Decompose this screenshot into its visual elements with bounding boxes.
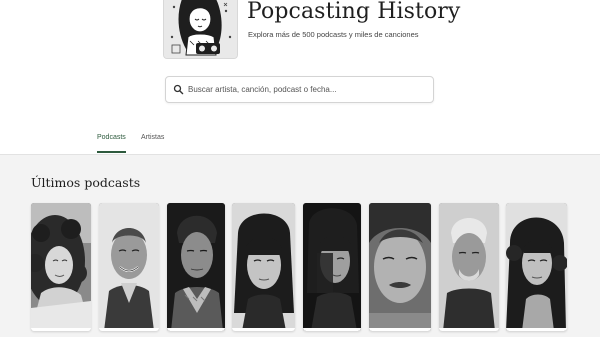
- tab-podcasts[interactable]: Podcasts: [97, 132, 126, 153]
- man-mustache-closeup-photo: [369, 203, 431, 331]
- podcast-card[interactable]: [506, 203, 567, 331]
- page: Popcasting History Explora más de 500 po…: [0, 0, 600, 337]
- search-input[interactable]: [188, 80, 426, 98]
- section-title: Últimos podcasts: [31, 175, 141, 190]
- woman-curly-hair-photo: [31, 203, 91, 331]
- man-portrait-dark-photo: [167, 203, 225, 331]
- card-caption-strip: [303, 328, 361, 331]
- site-title: Popcasting History: [247, 0, 461, 24]
- card-caption-strip: [31, 328, 91, 331]
- search-icon: [173, 84, 184, 95]
- site-subtitle: Explora más de 500 podcasts y miles de c…: [248, 30, 419, 39]
- card-caption-strip: [369, 328, 431, 331]
- illustrated-listener-logo-icon: [164, 0, 237, 58]
- woman-shadowed-face-photo: [303, 203, 361, 331]
- main-content: Últimos podcasts: [0, 155, 600, 337]
- card-caption-strip: [506, 328, 567, 331]
- card-caption-strip: [99, 328, 159, 331]
- podcast-card[interactable]: [303, 203, 361, 331]
- card-caption-strip: [232, 328, 295, 331]
- tab-artistas[interactable]: Artistas: [141, 132, 164, 153]
- older-man-white-hair-photo: [439, 203, 499, 331]
- smiling-man-photo: [99, 203, 159, 331]
- podcast-card[interactable]: [439, 203, 499, 331]
- woman-long-curly-hair-photo: [506, 203, 567, 331]
- card-caption-strip: [167, 328, 225, 331]
- site-logo[interactable]: [163, 0, 238, 59]
- podcast-card[interactable]: [369, 203, 431, 331]
- young-woman-bangs-photo: [232, 203, 295, 331]
- search-box[interactable]: [165, 76, 434, 103]
- podcast-card[interactable]: [167, 203, 225, 331]
- site-header: Popcasting History Explora más de 500 po…: [0, 0, 600, 155]
- card-caption-strip: [439, 328, 499, 331]
- podcast-card[interactable]: [232, 203, 295, 331]
- podcast-card[interactable]: [31, 203, 91, 331]
- podcast-card[interactable]: [99, 203, 159, 331]
